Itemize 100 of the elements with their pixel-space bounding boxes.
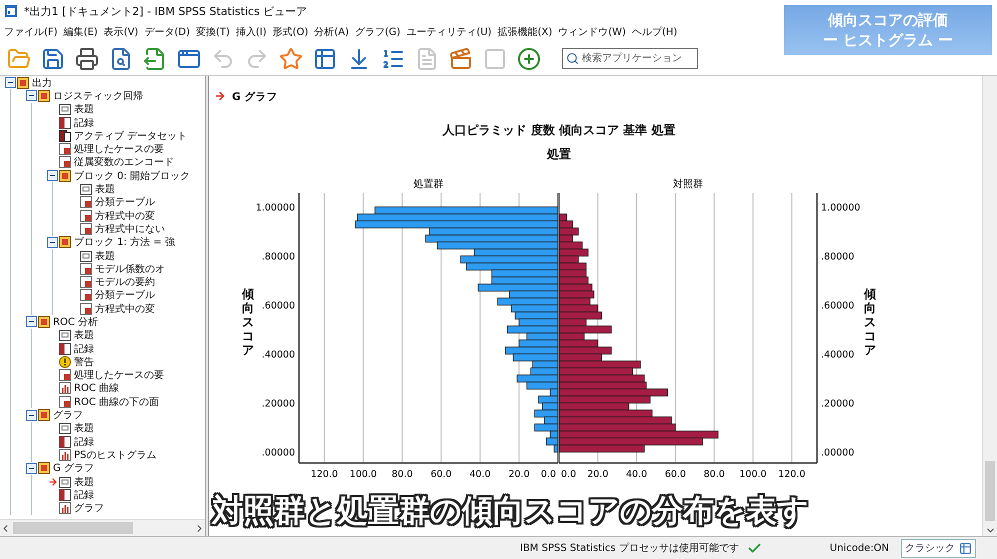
tree-item[interactable]: 表題: [67, 182, 205, 196]
menu-item[interactable]: 表示(V): [100, 25, 142, 39]
table-icon: [80, 302, 92, 315]
tree-item[interactable]: 表題: [67, 248, 205, 262]
table-icon: [59, 156, 71, 168]
tree-item[interactable]: 方程式中の変: [67, 302, 205, 316]
menu-item[interactable]: 編集(E): [60, 25, 101, 39]
tree-item[interactable]: 記録: [46, 342, 205, 356]
tree-item[interactable]: 分類テーブル: [67, 196, 205, 209]
log-icon: [59, 488, 71, 501]
tree-item[interactable]: 表題: [46, 474, 205, 488]
scroll-thumb[interactable]: [13, 522, 133, 534]
tree-item[interactable]: 記録: [46, 488, 205, 502]
folder-icon: [7, 46, 31, 70]
collapse-toggle[interactable]: [26, 316, 37, 328]
collapse-toggle[interactable]: [26, 90, 37, 102]
tick-label: 100.0: [739, 469, 767, 480]
tree-item[interactable]: ブロック 0: 開始ブロック: [46, 169, 205, 182]
book-icon: [38, 462, 50, 474]
tree-item[interactable]: 表題: [46, 328, 205, 342]
log-icon: [59, 342, 71, 355]
collapse-toggle[interactable]: [47, 236, 58, 248]
book-icon: [38, 409, 50, 422]
save-icon: [41, 46, 65, 70]
collapse-toggle[interactable]: [26, 410, 37, 421]
tree-item[interactable]: 出力: [4, 76, 205, 90]
tree-item[interactable]: グラフ: [25, 408, 205, 422]
menu-item[interactable]: 挿入(I): [232, 25, 270, 39]
menu-item[interactable]: ウィンドウ(W): [555, 25, 629, 39]
collapse-toggle[interactable]: [47, 170, 58, 182]
tree-item[interactable]: ROC 曲線: [46, 382, 205, 396]
tick-label: 0.0: [540, 469, 556, 480]
table-icon: [59, 143, 71, 156]
tick-label: 120.0: [778, 469, 806, 480]
tree-item[interactable]: G グラフ: [25, 462, 205, 475]
tree-item[interactable]: ROC 曲線の下の面: [46, 395, 205, 408]
tree-item[interactable]: 表題: [46, 102, 205, 116]
tree-item[interactable]: アクティブ データセット: [46, 129, 205, 142]
chart-icon: [59, 448, 71, 461]
table-icon: [313, 46, 337, 70]
scrollbar[interactable]: [982, 76, 997, 536]
menu-item[interactable]: 変換(T): [192, 25, 233, 39]
clapperboard-icon: [449, 46, 473, 70]
dataset-icon: [59, 130, 71, 142]
menu-item[interactable]: ファイル(F): [1, 25, 61, 39]
book-icon: [38, 90, 50, 102]
tick-label: .40000: [262, 350, 295, 360]
page-icon: [59, 103, 71, 116]
menu-item[interactable]: ヘルプ(H): [628, 25, 680, 39]
tree-item[interactable]: 表題: [46, 422, 205, 436]
table-icon: [59, 396, 71, 408]
tree-item[interactable]: 処理したケースの要: [46, 142, 205, 156]
tick-label: 60.0: [430, 469, 452, 480]
menu-item[interactable]: 形式(O): [270, 25, 312, 39]
mode-button[interactable]: クラシック: [901, 538, 976, 558]
file-export-icon: [143, 46, 167, 70]
tick-label: 60.0: [664, 469, 686, 480]
tree-item[interactable]: グラフ: [46, 502, 205, 515]
menu-item[interactable]: グラフ(G): [352, 25, 404, 39]
collapse-toggle[interactable]: [5, 77, 16, 88]
menu-item[interactable]: 拡張機能(X): [494, 25, 556, 39]
tick-label: 40.0: [470, 469, 491, 480]
scroll-thumb[interactable]: [985, 461, 995, 521]
plus-icon: [517, 46, 541, 70]
series-label: 対照群: [673, 179, 703, 190]
tree-item[interactable]: 従属変数のエンコード: [46, 156, 205, 170]
tree-item[interactable]: ブロック 1: 方法 = 強: [46, 236, 205, 249]
collapse-toggle[interactable]: [26, 462, 37, 474]
tree-item[interactable]: モデルの要約: [67, 275, 205, 289]
tick-label: .00000: [821, 448, 854, 458]
tree-item[interactable]: モデル係数のオ: [67, 262, 205, 276]
window-title: *出力1 [ドキュメント2] - IBM SPSS Statistics ビューア: [24, 4, 308, 18]
tree-item[interactable]: 分類テーブル: [67, 288, 205, 302]
axis-title: 傾向スコア: [864, 287, 876, 357]
menu-item[interactable]: 分析(A): [311, 25, 352, 39]
output-heading: G グラフ: [232, 90, 278, 104]
tree-item[interactable]: ロジスティック回帰: [25, 89, 205, 103]
tree-item[interactable]: ROC 分析: [25, 315, 205, 329]
chart-subtitle: 処置: [547, 146, 571, 163]
table-icon: [959, 542, 972, 554]
file-search-icon: [109, 46, 133, 70]
warning-icon: [59, 356, 71, 368]
app-icon: [4, 4, 18, 18]
log-icon: [59, 116, 71, 129]
book-icon: [59, 236, 71, 248]
tree-item[interactable]: 方程式中の変: [67, 208, 205, 222]
tick-label: .60000: [821, 300, 854, 312]
menu-item[interactable]: データ(D): [141, 25, 193, 39]
tick-label: 1.00000: [821, 202, 860, 214]
tree-item[interactable]: 方程式中にない: [67, 222, 205, 236]
tree-item[interactable]: 処理したケースの要: [46, 368, 205, 382]
tree-item[interactable]: 警告: [46, 355, 205, 369]
tree-item[interactable]: 記録: [46, 435, 205, 448]
table-icon: [80, 222, 92, 235]
search-field[interactable]: 検索アプリケーション: [562, 48, 698, 69]
tree-item[interactable]: PSのヒストグラム: [46, 448, 205, 462]
tree-item[interactable]: 記録: [46, 116, 205, 130]
scrollbar[interactable]: [0, 519, 205, 536]
menu-item[interactable]: ユーティリティ(U): [403, 25, 495, 39]
tick-label: 1.00000: [256, 202, 295, 214]
